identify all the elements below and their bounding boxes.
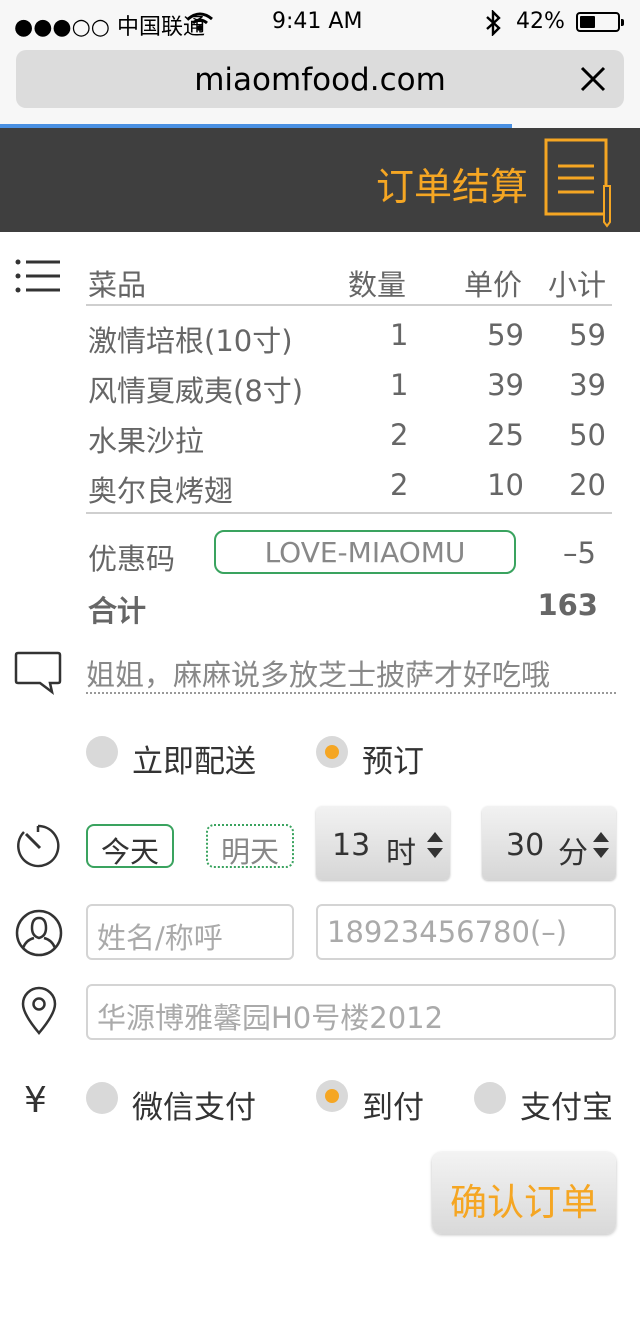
item-price: 10	[487, 468, 524, 502]
radio-wechat-pay[interactable]	[86, 1082, 118, 1114]
hour-picker[interactable]: 13 时	[316, 806, 450, 880]
item-price: 39	[487, 368, 524, 402]
minute-picker[interactable]: 30 分	[482, 806, 616, 880]
discount-value: –5	[563, 536, 596, 570]
address-field[interactable]: 华源博雅馨园H0号楼2012	[86, 984, 616, 1040]
yen-icon: ¥	[24, 1080, 47, 1121]
item-qty: 1	[390, 368, 409, 402]
radio-deliver-now[interactable]	[86, 736, 118, 768]
battery-percent: 42%	[516, 9, 565, 34]
item-qty: 2	[390, 468, 409, 502]
item-subtotal: 59	[569, 318, 606, 352]
radio-reserve[interactable]	[316, 736, 348, 768]
alipay-label[interactable]: 支付宝	[520, 1082, 613, 1127]
minute-value: 30	[506, 828, 545, 863]
url-text: miaomfood.com	[194, 62, 446, 98]
item-name: 风情夏威夷(8寸)	[88, 374, 304, 408]
today-button[interactable]: 今天	[86, 824, 174, 869]
hour-value: 13	[332, 828, 371, 863]
item-price: 25	[487, 418, 524, 452]
confirm-order-button[interactable]: 确认订单	[432, 1152, 616, 1234]
order-notebook-icon	[544, 138, 611, 228]
stepper-arrows-icon	[427, 832, 443, 858]
phone-field[interactable]: 18923456780(–)	[316, 904, 616, 960]
coupon-code-field[interactable]: LOVE-MIAOMU	[214, 530, 516, 574]
user-icon	[15, 909, 63, 957]
wechat-pay-label[interactable]: 微信支付	[132, 1082, 256, 1127]
item-subtotal: 39	[569, 368, 606, 402]
timer-icon	[17, 824, 60, 868]
close-icon[interactable]	[576, 62, 610, 96]
carrier-label: ●●●○○ 中国联通	[14, 15, 205, 40]
item-qty: 1	[390, 318, 409, 352]
table-row: 风情夏威夷(8寸) 1 39 39	[86, 360, 612, 410]
page-header: 订单结算	[0, 128, 640, 232]
column-header-qty: 数量	[348, 268, 407, 302]
item-price: 59	[487, 318, 524, 352]
item-name: 激情培根(10寸)	[88, 324, 293, 358]
reserve-label[interactable]: 预订	[362, 736, 424, 781]
coupon-label: 优惠码	[88, 542, 176, 576]
url-field[interactable]: miaomfood.com	[16, 50, 624, 108]
name-field[interactable]: 姓名/称呼	[86, 904, 294, 960]
battery-fill	[580, 16, 595, 28]
order-table-header: 菜品 数量 单价 小计	[86, 254, 612, 304]
remark-input[interactable]: 姐姐，麻麻说多放芝士披萨才好吃哦	[86, 652, 616, 694]
radio-alipay[interactable]	[474, 1082, 506, 1114]
deliver-now-label[interactable]: 立即配送	[132, 736, 256, 781]
total-value: 163	[537, 588, 598, 622]
wifi-icon	[187, 12, 213, 31]
column-header-subtotal: 小计	[547, 268, 606, 302]
item-subtotal: 20	[569, 468, 606, 502]
browser-bar: miaomfood.com	[0, 44, 640, 128]
item-name: 水果沙拉	[88, 424, 205, 458]
stepper-arrows-icon	[593, 832, 609, 858]
total-row: 合计 163	[86, 580, 612, 630]
divider	[86, 304, 612, 306]
bluetooth-icon	[486, 10, 501, 36]
status-bar: ●●●○○ 中国联通 9:41 AM 42%	[0, 0, 640, 44]
divider	[86, 512, 612, 514]
list-icon	[15, 259, 60, 293]
column-header-name: 菜品	[88, 268, 147, 302]
hour-unit: 时	[386, 836, 416, 871]
page-title: 订单结算	[376, 165, 529, 209]
item-qty: 2	[390, 418, 409, 452]
table-row: 激情培根(10寸) 1 59 59	[86, 310, 612, 360]
total-label: 合计	[88, 594, 147, 628]
comment-icon	[14, 651, 62, 696]
tomorrow-button[interactable]: 明天	[206, 824, 294, 869]
location-pin-icon	[21, 986, 57, 1035]
clock: 9:41 AM	[272, 9, 363, 34]
cash-on-delivery-label[interactable]: 到付	[362, 1082, 424, 1127]
table-row: 奥尔良烤翅 2 10 20	[86, 460, 612, 510]
item-subtotal: 50	[569, 418, 606, 452]
minute-unit: 分	[558, 836, 588, 871]
battery-icon	[576, 12, 624, 32]
item-name: 奥尔良烤翅	[88, 474, 234, 508]
radio-cash-on-delivery[interactable]	[316, 1080, 348, 1112]
table-row: 水果沙拉 2 25 50	[86, 410, 612, 460]
column-header-price: 单价	[464, 268, 523, 302]
